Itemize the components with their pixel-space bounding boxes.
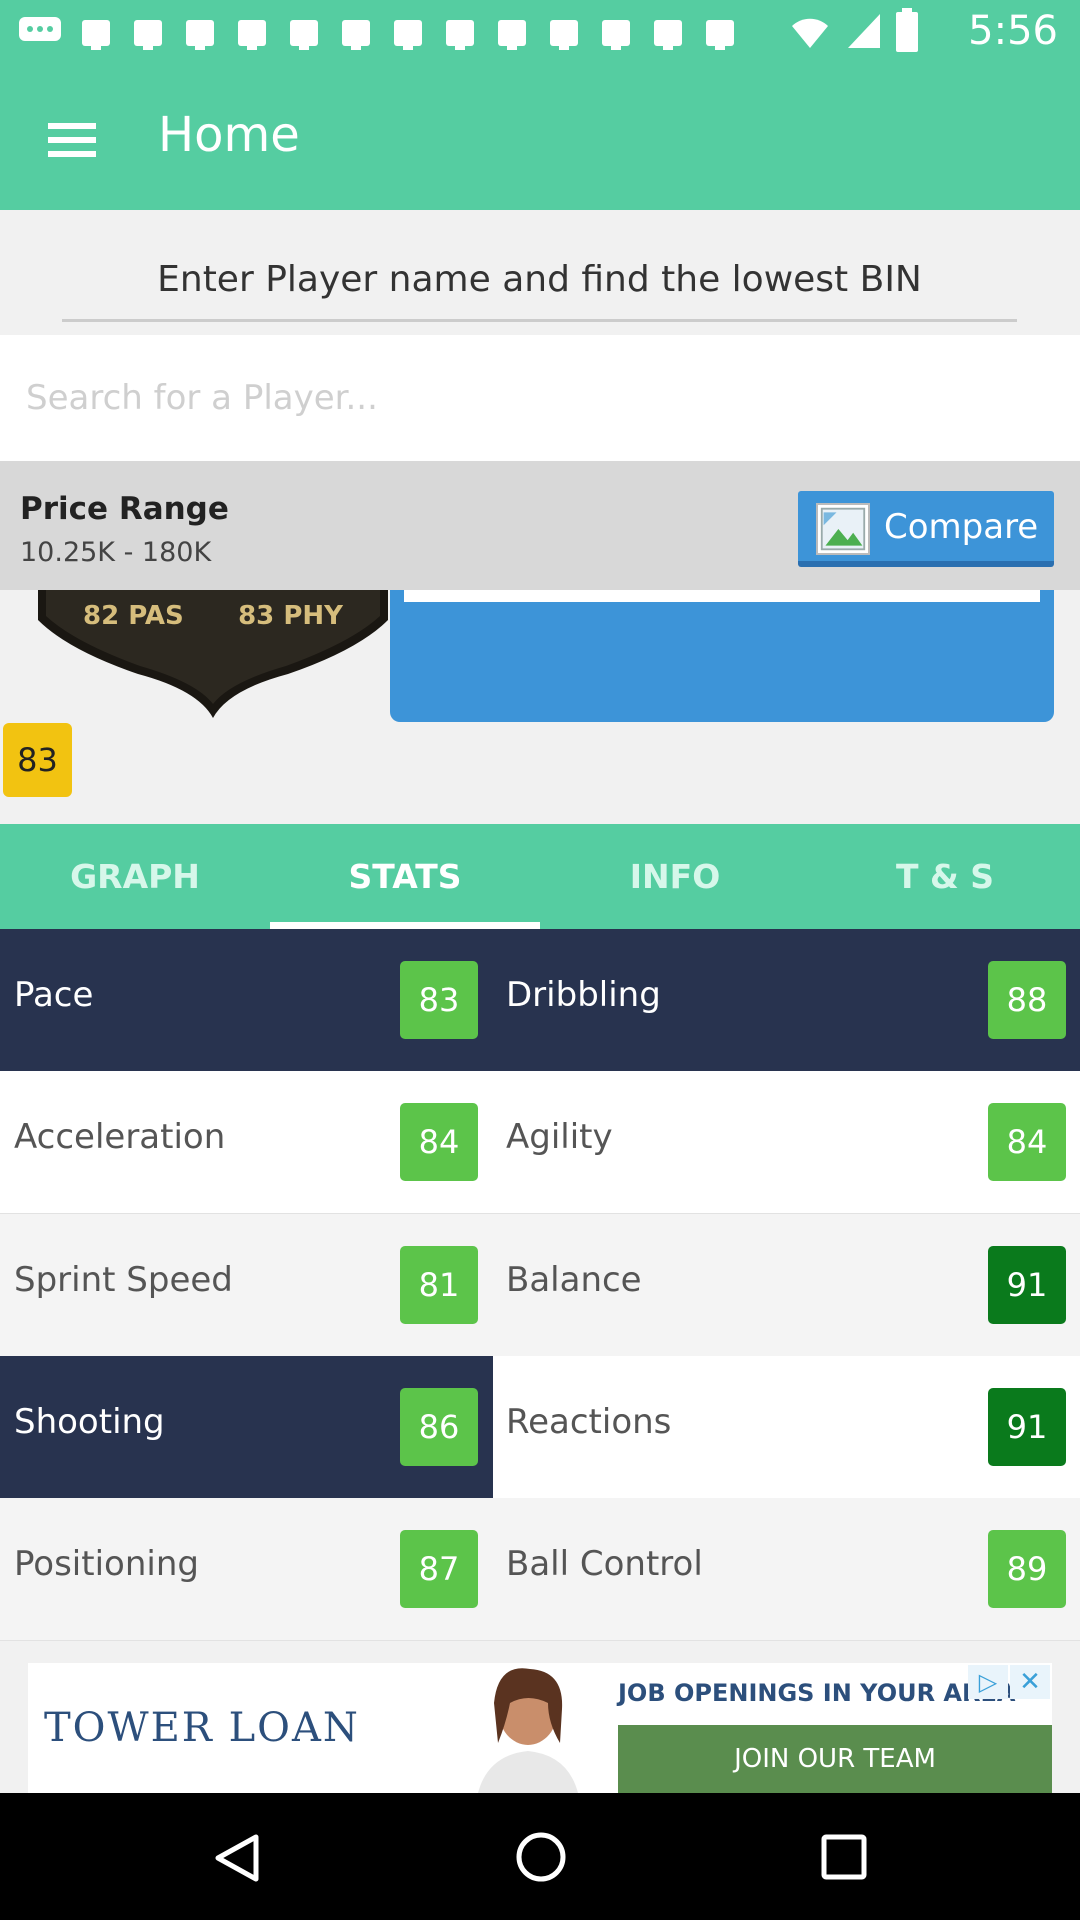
player-image-panel (390, 590, 1054, 722)
stat-label: Agility (506, 1117, 613, 1157)
stat-label: Sprint Speed (14, 1260, 233, 1300)
app-bar: Home (0, 63, 1080, 210)
image-placeholder-icon (816, 503, 870, 555)
search-input[interactable] (0, 335, 1080, 461)
price-range-label: Price Range (20, 491, 229, 527)
stat-label: Dribbling (506, 975, 661, 1015)
tab-bar: GRAPH STATS INFO T & S (0, 824, 1080, 929)
stat-label: Shooting (14, 1402, 165, 1442)
search-hint: Enter Player name and find the lowest BI… (62, 252, 1017, 322)
square-recents-icon[interactable] (820, 1833, 868, 1881)
ad-banner[interactable]: TOWER LOAN JOB OPENINGS IN YOUR AREA JOI… (28, 1663, 1052, 1793)
system-nav-bar (0, 1793, 1080, 1920)
stat-label: Pace (14, 975, 94, 1015)
app-notification-icon (134, 20, 162, 50)
stat-value-badge: 87 (400, 1530, 478, 1608)
app-notification-icon (394, 20, 422, 50)
wifi-icon (792, 18, 828, 48)
app-notification-icon (706, 20, 734, 50)
stat-value-badge: 86 (400, 1388, 478, 1466)
stat-value-badge: 84 (400, 1103, 478, 1181)
stat-cell: Reactions 91 (490, 1356, 1080, 1498)
ad-headline: JOB OPENINGS IN YOUR AREA (618, 1679, 1016, 1707)
player-image-frame (404, 590, 1040, 602)
app-notification-icon (498, 20, 526, 50)
close-icon[interactable]: ✕ (1010, 1665, 1050, 1699)
stat-value-badge: 83 (400, 961, 478, 1039)
app-notification-icon (82, 20, 110, 50)
tab-ts[interactable]: T & S (810, 824, 1080, 929)
stat-cell: Pace 83 (0, 929, 540, 1071)
tab-stats[interactable]: STATS (270, 824, 540, 929)
app-notification-icon (186, 20, 214, 50)
tab-graph[interactable]: GRAPH (0, 824, 270, 929)
stat-label: Acceleration (14, 1117, 226, 1157)
ad-cta-button[interactable]: JOIN OUR TEAM (618, 1725, 1052, 1793)
stat-cell: Dribbling 88 (490, 929, 1080, 1071)
stat-cell: Positioning 87 (0, 1498, 540, 1640)
row-divider (0, 1640, 1080, 1641)
app-notification-icon (550, 20, 578, 50)
circle-home-icon[interactable] (515, 1831, 567, 1883)
ad-person-image (478, 1668, 578, 1793)
status-time: 5:56 (968, 8, 1058, 54)
tab-indicator (270, 922, 540, 929)
stat-label: Positioning (14, 1544, 199, 1584)
app-notification-icon (342, 20, 370, 50)
stat-cell: Balance 91 (490, 1214, 1080, 1356)
battery-icon (896, 8, 918, 52)
app-notification-icon (238, 20, 266, 50)
price-range-bar: Price Range 10.25K - 180K Compare (0, 461, 1080, 590)
stat-value-badge: 91 (988, 1246, 1066, 1324)
stat-cell: Acceleration 84 (0, 1071, 540, 1213)
hamburger-icon[interactable] (40, 115, 104, 165)
stat-value-badge: 91 (988, 1388, 1066, 1466)
stat-cell: Agility 84 (490, 1071, 1080, 1213)
card-stats-line: 82 PAS 83 PHY (83, 601, 344, 631)
stat-label: Ball Control (506, 1544, 703, 1584)
stats-grid: Pace 83 Dribbling 88 Acceleration 84 Agi… (0, 929, 1080, 1641)
overall-rating-badge: 83 (3, 723, 72, 797)
stat-value-badge: 81 (400, 1246, 478, 1324)
ad-choices-icon[interactable]: ▷ (968, 1665, 1008, 1699)
compare-button[interactable]: Compare (798, 491, 1054, 567)
compare-label: Compare (884, 507, 1039, 547)
signal-icon (848, 14, 880, 48)
app-notification-icon (654, 20, 682, 50)
stat-label: Balance (506, 1260, 642, 1300)
stat-value-badge: 84 (988, 1103, 1066, 1181)
stat-cell: Ball Control 89 (490, 1498, 1080, 1640)
page-title: Home (158, 107, 300, 163)
stat-cell: Shooting 86 (0, 1356, 540, 1498)
chat-notification-icon (19, 17, 61, 41)
app-notification-icon (290, 20, 318, 50)
app-notification-icon (602, 20, 630, 50)
stat-label: Reactions (506, 1402, 672, 1442)
stat-value-badge: 88 (988, 961, 1066, 1039)
triangle-back-icon[interactable] (212, 1833, 260, 1883)
player-card-badge: 82 PAS 83 PHY (38, 590, 388, 718)
tab-info[interactable]: INFO (540, 824, 810, 929)
ad-brand: TOWER LOAN (44, 1705, 360, 1751)
status-bar: 5:56 (0, 0, 1080, 63)
stat-cell: Sprint Speed 81 (0, 1214, 540, 1356)
price-range-value: 10.25K - 180K (20, 537, 212, 568)
app-notification-icon (446, 20, 474, 50)
stat-value-badge: 89 (988, 1530, 1066, 1608)
